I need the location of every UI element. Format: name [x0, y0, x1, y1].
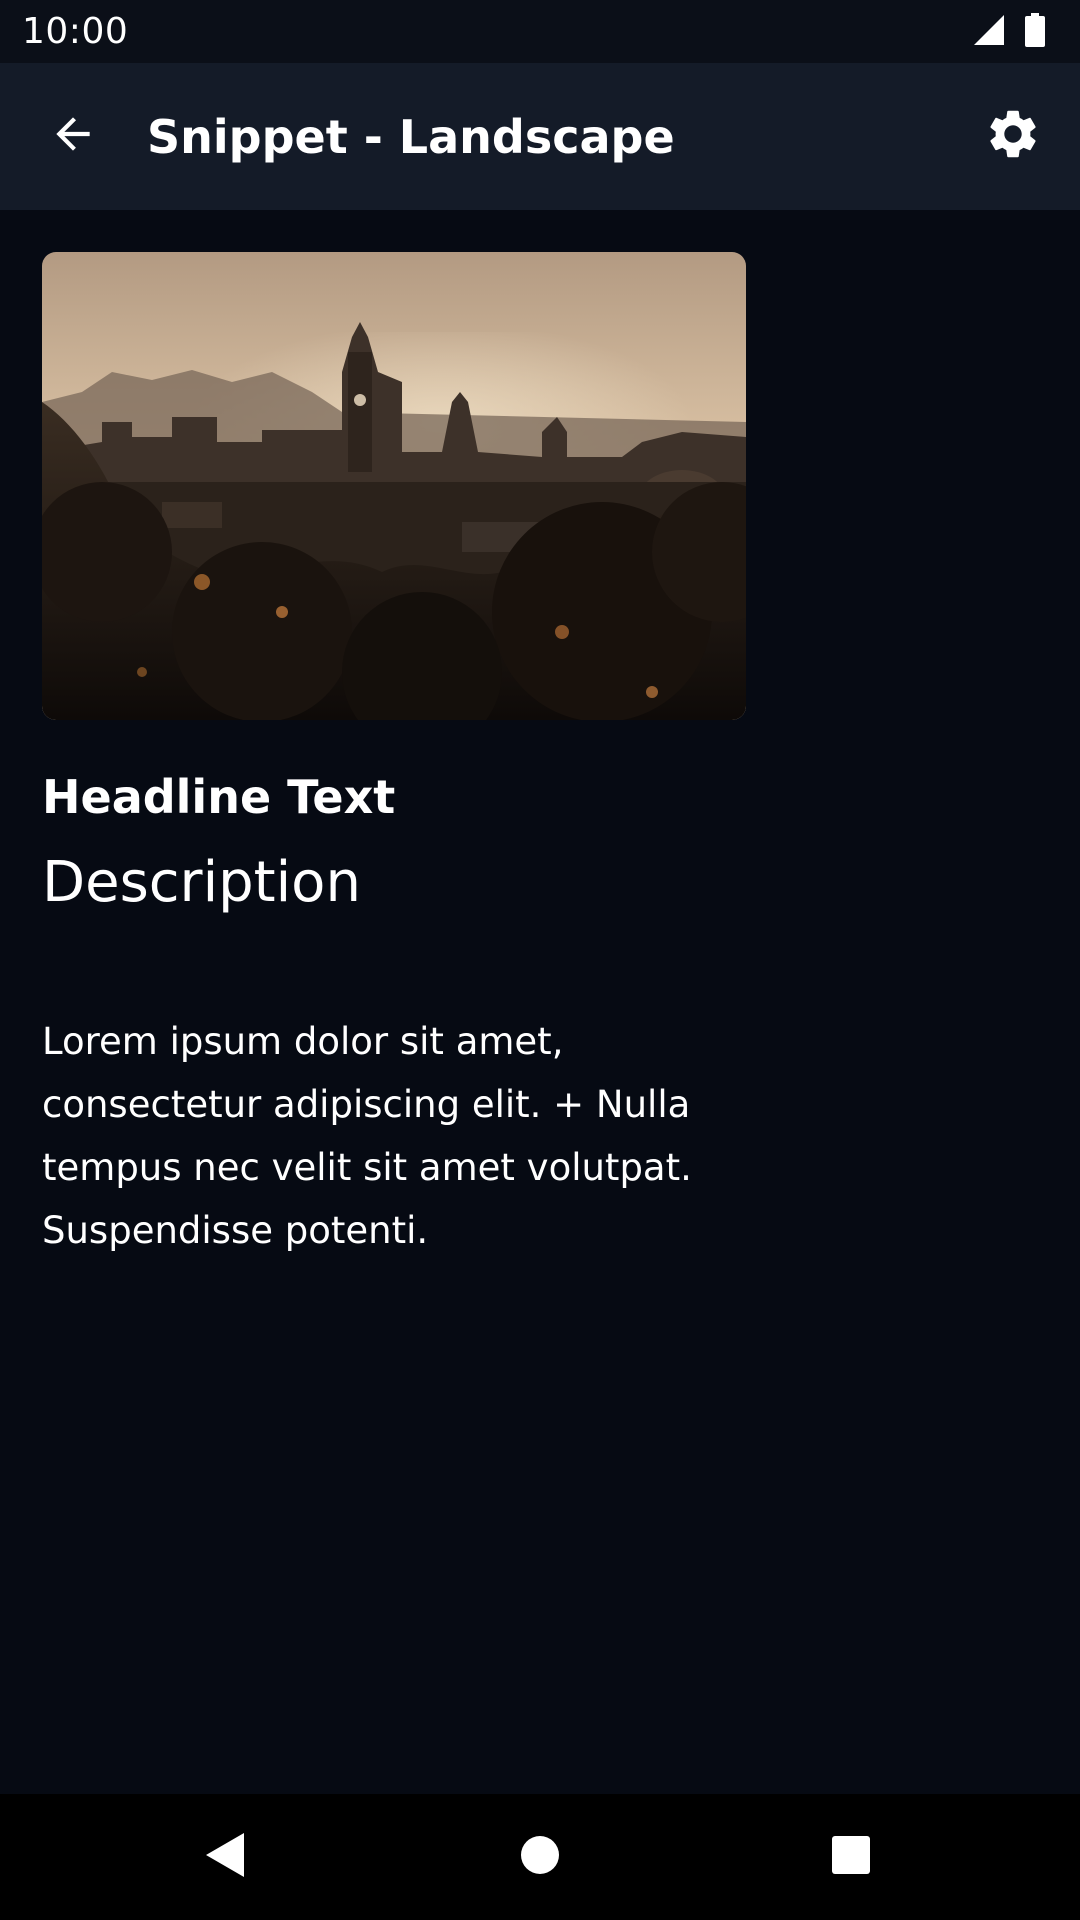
nav-home-button[interactable] — [500, 1817, 580, 1897]
landscape-image — [42, 252, 746, 720]
main-content: Headline Text Description Lorem ipsum do… — [0, 210, 1080, 1794]
status-time: 10:00 — [22, 11, 129, 52]
page-title: Snippet - Landscape — [147, 109, 675, 164]
system-nav-bar — [0, 1794, 1080, 1920]
signal-icon — [972, 13, 1006, 51]
app-bar: Snippet - Landscape — [0, 63, 1080, 210]
nav-recents-button[interactable] — [811, 1817, 891, 1897]
nav-back-button[interactable] — [186, 1817, 266, 1897]
gear-icon — [984, 105, 1042, 167]
settings-button[interactable] — [978, 101, 1048, 171]
headline-text: Headline Text — [42, 770, 396, 824]
nav-back-triangle-icon — [204, 1831, 248, 1883]
description-text: Description — [42, 850, 361, 915]
back-button[interactable] — [40, 103, 106, 169]
nav-recents-square-icon — [831, 1835, 871, 1879]
nav-home-circle-icon — [520, 1835, 560, 1879]
battery-icon — [1024, 12, 1046, 51]
status-bar: 10:00 — [0, 0, 1080, 63]
status-icons — [972, 12, 1046, 51]
arrow-back-icon — [48, 109, 98, 163]
body-text: Lorem ipsum dolor sit amet, consectetur … — [42, 1020, 692, 1252]
